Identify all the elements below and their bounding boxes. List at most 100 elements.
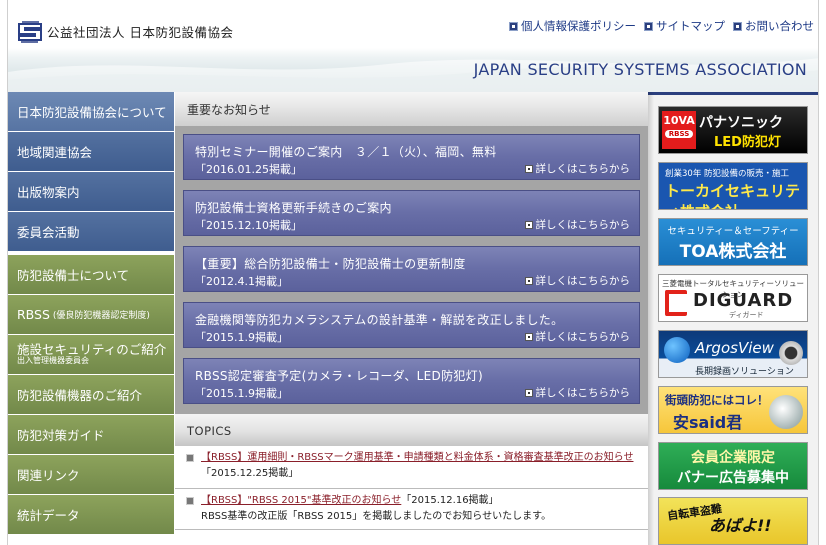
nav-item-publications[interactable]: 出版物案内 xyxy=(8,172,174,212)
news-more-label: 詳しくはこちらから xyxy=(535,163,631,175)
diguard-logo-icon xyxy=(665,290,687,316)
topic-date: 「2015.12.25掲載」 xyxy=(201,468,299,479)
nav-item-label: 防犯対策ガイド xyxy=(17,428,105,443)
news-item[interactable]: RBSS認定審査予定(カメラ・レコーダ、LED防犯灯) 「2015.1.9掲載」… xyxy=(183,358,640,404)
square-bullet-icon xyxy=(509,21,518,31)
main-content: 重要なお知らせ 特別セミナー開催のご案内 ３／１（火）、福岡、無料 「2016.… xyxy=(175,92,648,545)
nav-item-links[interactable]: 関連リンク xyxy=(8,455,174,495)
banner-ad-recruit[interactable]: 会員企業限定 バナー広告募集中 xyxy=(658,442,808,490)
diguard-banner[interactable]: 三菱電機トータルセキュリティーソリューション DIGUARD ディガード xyxy=(658,274,808,322)
banner-top-text: 街頭防犯にはコレ！ xyxy=(665,393,769,407)
privacy-policy-link[interactable]: 個人情報保護ポリシー xyxy=(509,18,636,34)
square-bullet-icon xyxy=(733,21,742,31)
camera-icon xyxy=(769,395,803,429)
news-more-link[interactable]: 詳しくはこちらから xyxy=(524,217,631,232)
news-more-link[interactable]: 詳しくはこちらから xyxy=(524,385,631,400)
topic-item: 【RBSS】運用細則・RBSSマーク運用基準・申請種類と料金体系・資格審査基準改… xyxy=(175,446,648,489)
news-more-label: 詳しくはこちらから xyxy=(535,331,631,343)
sitemap-label: サイトマップ xyxy=(656,19,725,33)
banner-title: ArgosView xyxy=(695,339,774,357)
page: 公益社団法人 日本防犯設備協会 個人情報保護ポリシー サイトマップ お問い合わせ… xyxy=(7,0,819,545)
news-more-label: 詳しくはこちらから xyxy=(535,219,631,231)
nav-item-guide[interactable]: 防犯対策ガイド xyxy=(8,415,174,455)
topic-item: 【RBSS】"RBSS 2015"基準改正のお知らせ「2015.12.16掲載」… xyxy=(175,489,648,530)
news-more-label: 詳しくはこちらから xyxy=(535,275,631,287)
important-news-panel: 特別セミナー開催のご案内 ３／１（火）、福岡、無料 「2016.01.25掲載」… xyxy=(175,126,648,414)
nav-item-rbss[interactable]: RBSS (優良防犯機器認定制度) xyxy=(8,295,174,335)
badge-label: 10VA xyxy=(663,114,695,127)
news-date: 「2015.12.10掲載」 xyxy=(195,219,302,232)
tokai-security-banner[interactable]: 創業30年 防犯設備の販売・施工 トーカイセキュリティ株式会社 xyxy=(658,162,808,210)
topic-link[interactable]: 【RBSS】運用細則・RBSSマーク運用基準・申請種類と料金体系・資格審査基準改… xyxy=(201,452,633,463)
sidebar-nav: 日本防犯設備協会について 地域関連協会 出版物案内 委員会活動 防犯設備士につい… xyxy=(8,92,174,545)
argos-logo-icon xyxy=(664,337,690,363)
banner-right-text: あばよ!! xyxy=(709,516,772,535)
toa-banner[interactable]: セキュリティー＆セーフティー TOA株式会社 xyxy=(658,218,808,266)
news-title: 【重要】総合防犯設備士・防犯設備士の更新制度 xyxy=(195,257,466,271)
banner-kana: ディガード xyxy=(729,311,764,319)
nav-item-equipment[interactable]: 防犯設備機器のご紹介 xyxy=(8,375,174,415)
utility-links: 個人情報保護ポリシー サイトマップ お問い合わせ xyxy=(509,18,814,34)
square-bullet-icon xyxy=(524,164,533,173)
contact-link[interactable]: お問い合わせ xyxy=(733,18,814,34)
news-item[interactable]: 防犯設備士資格更新手続きのご案内 「2015.12.10掲載」 詳しくはこちらか… xyxy=(183,190,640,236)
dome-camera-icon xyxy=(779,341,803,365)
banner-line1: 会員企業限定 xyxy=(691,450,775,466)
news-more-link[interactable]: 詳しくはこちらから xyxy=(524,273,631,288)
nav-item-label: 委員会活動 xyxy=(17,225,80,240)
nav-item-sublabel: 出入管理機器委員会 xyxy=(17,356,89,366)
anshin-kun-banner[interactable]: 街頭防犯にはコレ！ 安said君 xyxy=(658,386,808,434)
news-more-label: 詳しくはこちらから xyxy=(535,387,631,399)
nav-item-committees[interactable]: 委員会活動 xyxy=(8,212,174,252)
nav-item-statistics[interactable]: 統計データ xyxy=(8,495,174,535)
sitemap-link[interactable]: サイトマップ xyxy=(644,18,725,34)
english-tagline: JAPAN SECURITY SYSTEMS ASSOCIATION xyxy=(473,60,807,79)
square-bullet-icon xyxy=(524,276,533,285)
banner-subtitle: 長期録画ソリューション xyxy=(695,367,794,377)
argosview-banner[interactable]: ArgosView 長期録画ソリューション xyxy=(658,330,808,378)
nav-item-label: 日本防犯設備協会について xyxy=(17,105,167,120)
topic-date: 「2015.12.16掲載」 xyxy=(401,495,499,506)
square-bullet-icon xyxy=(524,220,533,229)
panasonic-banner[interactable]: 10VA RBSS パナソニック LED防犯灯 xyxy=(658,106,808,154)
news-date: 「2016.01.25掲載」 xyxy=(195,163,302,176)
news-item[interactable]: 【重要】総合防犯設備士・防犯設備士の更新制度 「2012.4.1掲載」 詳しくは… xyxy=(183,246,640,292)
square-bullet-icon xyxy=(524,388,533,397)
news-title: 防犯設備士資格更新手続きのご案内 xyxy=(195,201,392,215)
square-bullet-icon xyxy=(524,332,533,341)
topics-heading-bar: TOPICS xyxy=(175,414,648,446)
banner-line2: バナー広告募集中 xyxy=(677,470,789,486)
banner-column: 10VA RBSS パナソニック LED防犯灯 創業30年 防犯設備の販売・施工 … xyxy=(648,92,818,545)
news-more-link[interactable]: 詳しくはこちらから xyxy=(524,329,631,344)
rbss-badge: 10VA RBSS xyxy=(662,111,696,149)
banner-title: 安said君 xyxy=(673,413,743,432)
site-header: 公益社団法人 日本防犯設備協会 個人情報保護ポリシー サイトマップ お問い合わせ… xyxy=(8,0,818,92)
topics-heading: TOPICS xyxy=(187,424,232,438)
nav-item-sublabel: (優良防犯機器認定制度) xyxy=(52,311,150,321)
nav-item-facility-security[interactable]: 施設セキュリティのご紹介 出入管理機器委員会 xyxy=(8,335,174,375)
news-more-link[interactable]: 詳しくはこちらから xyxy=(524,161,631,176)
banner-top-text: セキュリティー＆セーフティー xyxy=(667,226,799,237)
nav-item-label: 防犯設備士について xyxy=(17,268,130,283)
organization-name[interactable]: 公益社団法人 日本防犯設備協会 xyxy=(47,22,233,41)
news-title: 特別セミナー開催のご案内 ３／１（火）、福岡、無料 xyxy=(195,145,497,159)
association-logo-icon[interactable] xyxy=(17,20,43,44)
news-title: 金融機関等防犯カメラシステムの設計基準・解説を改正しました。 xyxy=(195,313,564,327)
news-date: 「2012.4.1掲載」 xyxy=(195,275,288,288)
news-item[interactable]: 特別セミナー開催のご案内 ３／１（火）、福岡、無料 「2016.01.25掲載」… xyxy=(183,134,640,180)
banner-subtitle: LED防犯灯 xyxy=(714,135,781,150)
news-item[interactable]: 金融機関等防犯カメラシステムの設計基準・解説を改正しました。 「2015.1.9… xyxy=(183,302,640,348)
contact-label: お問い合わせ xyxy=(745,19,814,33)
topic-link[interactable]: 【RBSS】"RBSS 2015"基準改正のお知らせ xyxy=(201,495,401,506)
nav-item-label: 防犯設備機器のご紹介 xyxy=(17,388,143,403)
badge-sub: RBSS xyxy=(665,130,693,138)
nav-item-regional[interactable]: 地域関連協会 xyxy=(8,132,174,172)
nav-item-about[interactable]: 日本防犯設備協会について xyxy=(8,92,174,132)
news-date: 「2015.1.9掲載」 xyxy=(195,387,288,400)
banner-title: トーカイセキュリティ株式会社 xyxy=(665,182,801,209)
nav-item-security-engineer[interactable]: 防犯設備士について xyxy=(8,255,174,295)
bicycle-theft-banner[interactable]: 自転車盗難 あばよ!! xyxy=(658,497,808,545)
news-heading: 重要なお知らせ xyxy=(175,92,648,126)
banner-title: TOA株式会社 xyxy=(679,242,787,262)
nav-item-label: 施設セキュリティのご紹介 xyxy=(17,341,167,357)
